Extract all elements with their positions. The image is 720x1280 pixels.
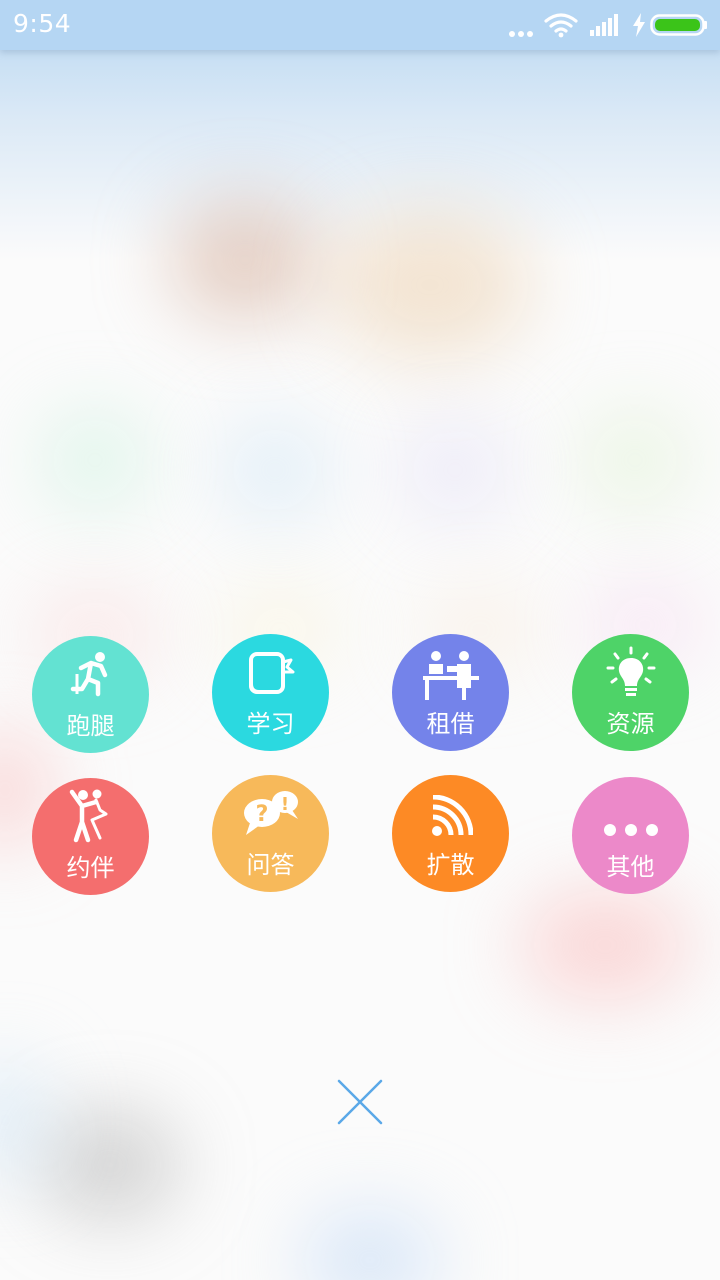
status-bar: 9:54 — [0, 0, 720, 50]
close-button[interactable] — [334, 1076, 386, 1128]
speech-bubbles-icon: ? ! — [243, 791, 298, 835]
companion-label: 约伴 — [66, 854, 115, 882]
study-button[interactable]: 学习 — [212, 634, 329, 751]
running-man-icon — [70, 652, 107, 697]
broadcast-icon — [431, 795, 473, 836]
lightbulb-icon — [606, 646, 655, 696]
qa-button[interactable]: ? ! 问答 — [212, 775, 329, 892]
study-label: 学习 — [246, 710, 295, 738]
rent-button[interactable]: 租借 — [392, 634, 509, 751]
book-icon — [248, 652, 294, 694]
other-button[interactable]: 其他 — [572, 777, 689, 894]
errand-label: 跑腿 — [66, 712, 115, 740]
signal-icon — [590, 14, 618, 36]
charging-bolt-icon — [633, 13, 645, 37]
rent-label: 租借 — [426, 710, 475, 738]
status-time: 9:54 — [13, 9, 72, 38]
dancing-couple-icon — [69, 789, 107, 843]
svg-text:?: ? — [255, 802, 268, 827]
more-dots-icon — [509, 31, 533, 37]
wifi-icon — [544, 13, 578, 38]
svg-text:!: ! — [280, 794, 288, 815]
qa-label: 问答 — [246, 851, 295, 879]
rental-desk-icon — [422, 651, 479, 700]
errand-button[interactable]: 跑腿 — [32, 636, 149, 753]
battery-icon — [650, 14, 707, 36]
other-label: 其他 — [606, 853, 655, 881]
resource-label: 资源 — [606, 710, 655, 738]
resource-button[interactable]: 资源 — [572, 634, 689, 751]
more-dots-icon — [603, 824, 658, 836]
spread-label: 扩散 — [426, 851, 475, 879]
close-icon — [337, 1079, 383, 1125]
companion-button[interactable]: 约伴 — [32, 778, 149, 895]
spread-button[interactable]: 扩散 — [392, 775, 509, 892]
